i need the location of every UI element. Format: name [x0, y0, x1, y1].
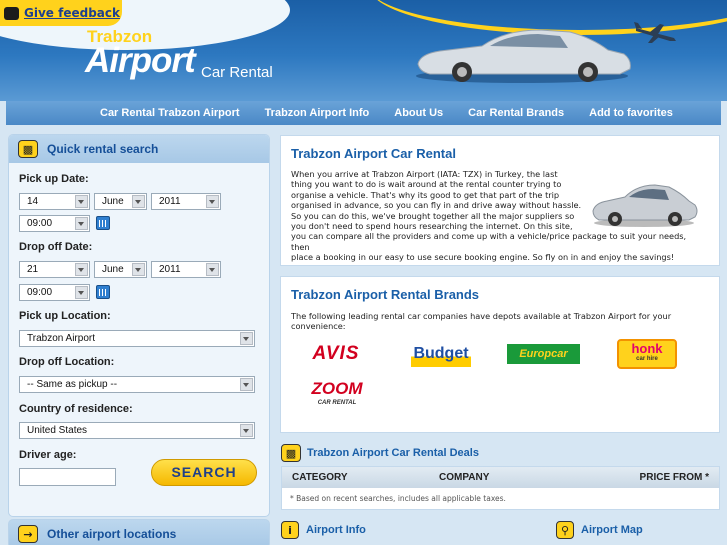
intro-line: place a booking in our easy to use secur… — [291, 252, 675, 263]
arrow-right-icon: → — [18, 525, 38, 543]
pickup-location-label: Pick up Location: — [19, 310, 111, 322]
logo-line3: Car Rental — [201, 64, 273, 81]
car-icon: ▩ — [281, 444, 301, 462]
dropoff-year-select[interactable]: 2011 — [151, 261, 221, 278]
map-pin-icon: ⚲ — [556, 521, 574, 539]
driver-age-label: Driver age: — [19, 449, 77, 461]
deals-table-header: CATEGORY COMPANY PRICE FROM * — [282, 467, 719, 488]
speech-bubble-icon — [4, 6, 19, 20]
car-icon: ▩ — [18, 140, 38, 158]
search-button[interactable]: SEARCH — [151, 459, 257, 486]
chevron-down-icon — [240, 424, 253, 437]
dropoff-day-select[interactable]: 21 — [19, 261, 90, 278]
pickup-date-label: Pick up Date: — [19, 173, 89, 185]
avis-logo[interactable]: AVIS — [306, 343, 366, 365]
honk-sub: car hire — [636, 356, 658, 362]
pickup-day-select[interactable]: 14 — [19, 193, 90, 210]
airport-map-link[interactable]: ⚲ Airport Map — [556, 521, 643, 539]
deals-title[interactable]: Trabzon Airport Car Rental Deals — [307, 447, 479, 459]
deals-table: CATEGORY COMPANY PRICE FROM * * Based on… — [281, 466, 720, 510]
intro-line: thing you want to do is wait around at t… — [291, 179, 562, 190]
chevron-down-icon — [240, 378, 253, 391]
quick-search-panel: ▩ Quick rental search Pick up Date: 14 J… — [8, 134, 270, 517]
intro-line: organise a vehicle. That's why its good … — [291, 189, 560, 200]
dropoff-location-select[interactable]: -- Same as pickup -- — [19, 376, 255, 393]
intro-line: you don't need to spend hours researchin… — [291, 221, 573, 232]
europcar-logo[interactable]: Europcar — [507, 344, 580, 364]
brands-title: Trabzon Airport Rental Brands — [291, 287, 480, 302]
nav-brands[interactable]: Car Rental Brands — [468, 107, 564, 119]
country-label: Country of residence: — [19, 403, 133, 415]
nav-favorites[interactable]: Add to favorites — [589, 107, 673, 119]
col-company[interactable]: COMPANY — [439, 472, 609, 483]
intro-line: So you can do this, we've brought togeth… — [291, 210, 575, 221]
driver-age-input[interactable] — [19, 468, 116, 486]
car-image — [592, 184, 698, 227]
zoom-name: ZOOM — [311, 379, 363, 398]
main-nav: Car Rental Trabzon Airport Trabzon Airpo… — [6, 101, 721, 125]
airport-map-label: Airport Map — [581, 524, 643, 536]
deals-note: * Based on recent searches, includes all… — [290, 494, 506, 503]
dropoff-location-label: Drop off Location: — [19, 356, 115, 368]
chevron-down-icon — [132, 195, 145, 208]
hero-car-image — [416, 29, 631, 83]
pickup-time-select[interactable]: 09:00 — [19, 215, 90, 232]
dropoff-date-label: Drop off Date: — [19, 241, 93, 253]
pickup-year-select[interactable]: 2011 — [151, 193, 221, 210]
brands-text-line: The following leading rental car compani… — [291, 311, 672, 321]
quick-search-header: ▩ Quick rental search — [9, 135, 269, 163]
zoom-sub: CAR RENTAL — [317, 400, 357, 406]
give-feedback-label: Give feedback — [24, 6, 120, 20]
airport-info-label: Airport Info — [306, 524, 366, 536]
intro-line: organised in advance, so you can fly in … — [291, 200, 582, 211]
chevron-down-icon — [75, 217, 88, 230]
pickup-location-select[interactable]: Trabzon Airport — [19, 330, 255, 347]
brands-box: Trabzon Airport Rental Brands The follow… — [280, 276, 720, 433]
zoom-logo[interactable]: ZOOM CAR RENTAL — [306, 379, 368, 409]
dropoff-month-select[interactable]: June — [94, 261, 147, 278]
intro-box: Trabzon Airport Car Rental When you arri… — [280, 135, 720, 266]
calendar-icon[interactable] — [96, 285, 110, 299]
budget-logo[interactable]: Budget — [411, 341, 471, 367]
col-price[interactable]: PRICE FROM * — [609, 472, 709, 483]
nav-airport-info[interactable]: Trabzon Airport Info — [265, 107, 370, 119]
dropoff-time-select[interactable]: 09:00 — [19, 284, 90, 301]
quick-search-title: Quick rental search — [47, 142, 159, 156]
other-airports-title: Other airport locations — [47, 527, 177, 541]
honk-name: honk — [631, 341, 663, 356]
honk-logo[interactable]: honk car hire — [617, 339, 677, 369]
chevron-down-icon — [132, 263, 145, 276]
chevron-down-icon — [75, 195, 88, 208]
logo-line2: Airport — [85, 41, 196, 80]
info-icon: i — [281, 521, 299, 539]
chevron-down-icon — [206, 195, 219, 208]
chevron-down-icon — [75, 286, 88, 299]
intro-line: you can compare all the providers and co… — [291, 231, 687, 252]
intro-title: Trabzon Airport Car Rental — [291, 146, 456, 161]
chevron-down-icon — [206, 263, 219, 276]
nav-about-us[interactable]: About Us — [394, 107, 443, 119]
nav-car-rental[interactable]: Car Rental Trabzon Airport — [100, 107, 240, 119]
chevron-down-icon — [75, 263, 88, 276]
col-category[interactable]: CATEGORY — [282, 472, 439, 483]
give-feedback-button[interactable]: Give feedback — [0, 0, 122, 26]
plane-icon — [634, 22, 676, 43]
country-select[interactable]: United States — [19, 422, 255, 439]
other-airports-header[interactable]: → Other airport locations — [8, 519, 270, 545]
pickup-month-select[interactable]: June — [94, 193, 147, 210]
brands-text-line: convenience: — [291, 321, 346, 332]
airport-info-link[interactable]: i Airport Info — [281, 521, 366, 539]
brands-text: The following leading rental car compani… — [291, 311, 671, 332]
intro-line: When you arrive at Trabzon Airport (IATA… — [291, 169, 558, 179]
chevron-down-icon — [240, 332, 253, 345]
calendar-icon[interactable] — [96, 216, 110, 230]
deals-header: ▩ Trabzon Airport Car Rental Deals — [281, 444, 479, 462]
